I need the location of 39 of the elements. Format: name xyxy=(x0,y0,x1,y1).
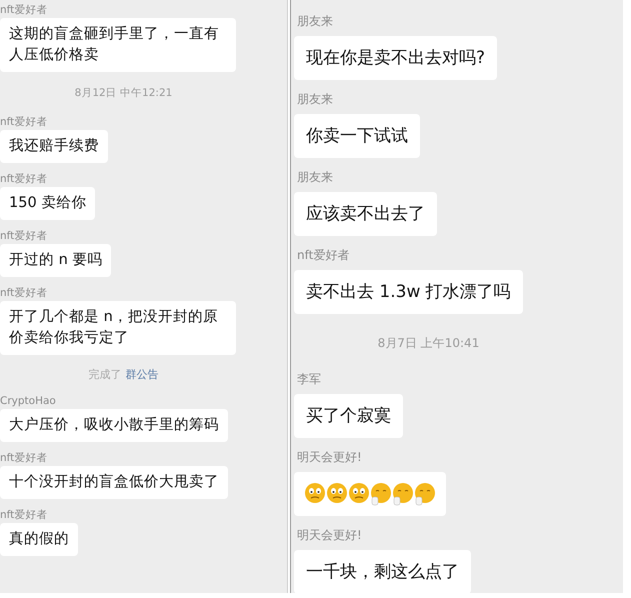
sender-name: 朋友来 xyxy=(296,170,334,184)
sender-name: 明天会更好! xyxy=(296,528,363,542)
sender-name: nft爱好者 xyxy=(0,116,48,128)
message-bubble: 真的假的 xyxy=(0,523,78,556)
message-bubble: 大户压价，吸收小散手里的筹码 xyxy=(0,409,228,442)
message-bubble: 卖不出去 1.3w 打水漂了吗 xyxy=(294,270,523,314)
sender-name: nft爱好者 xyxy=(296,248,350,262)
sender-name: nft爱好者 xyxy=(0,452,48,464)
timestamp: 8月12日 中午12:21 xyxy=(74,86,172,101)
message-bubble: 开了几个都是 n，把没开封的原价卖给你我亏定了 xyxy=(0,300,236,355)
sender-name: nft爱好者 xyxy=(0,509,48,522)
worried-emoji-icon xyxy=(304,482,326,506)
group-announcement-link[interactable]: 群公告 xyxy=(126,366,158,384)
message-bubble: 一千块，剩这么点了 xyxy=(294,550,471,594)
sender-name: 朋友来 xyxy=(296,92,334,106)
sender-name: nft爱好者 xyxy=(0,172,48,185)
sender-name: CryptoHao xyxy=(0,395,57,408)
message-bubble: 这期的盲盒砸到手里了，一直有人压低价格卖 xyxy=(0,18,236,72)
sender-name: nft爱好者 xyxy=(0,286,48,299)
shy-emoji-icon xyxy=(370,482,392,506)
sender-name: 李军 xyxy=(296,372,322,386)
shy-emoji-icon xyxy=(392,482,414,506)
system-notice: 完成了 xyxy=(88,366,122,383)
message-bubble: 买了个寂寞 xyxy=(294,394,403,438)
message-bubble: 150 卖给你 xyxy=(0,186,96,220)
shy-emoji-icon xyxy=(414,482,436,506)
message-bubble: 我还赔手续费 xyxy=(0,130,108,163)
worried-emoji-icon xyxy=(326,482,348,506)
sender-name: 朋友来 xyxy=(296,14,334,28)
worried-emoji-icon xyxy=(348,482,370,506)
message-bubble: 应该卖不出去了 xyxy=(294,192,437,236)
message-bubble: 十个没开封的盲盒低价大甩卖了 xyxy=(0,466,228,500)
message-bubble: 现在你是卖不出去对吗? xyxy=(294,36,498,80)
timestamp: 8月7日 上午10:41 xyxy=(378,335,480,352)
message-bubble: 开过的 n 要吗 xyxy=(0,244,112,277)
sender-name: 明天会更好! xyxy=(296,450,363,464)
sender-name: nft爱好者 xyxy=(0,230,48,242)
message-bubble: 你卖一下试试 xyxy=(294,114,420,158)
sender-name: nft爱好者 xyxy=(0,4,48,16)
